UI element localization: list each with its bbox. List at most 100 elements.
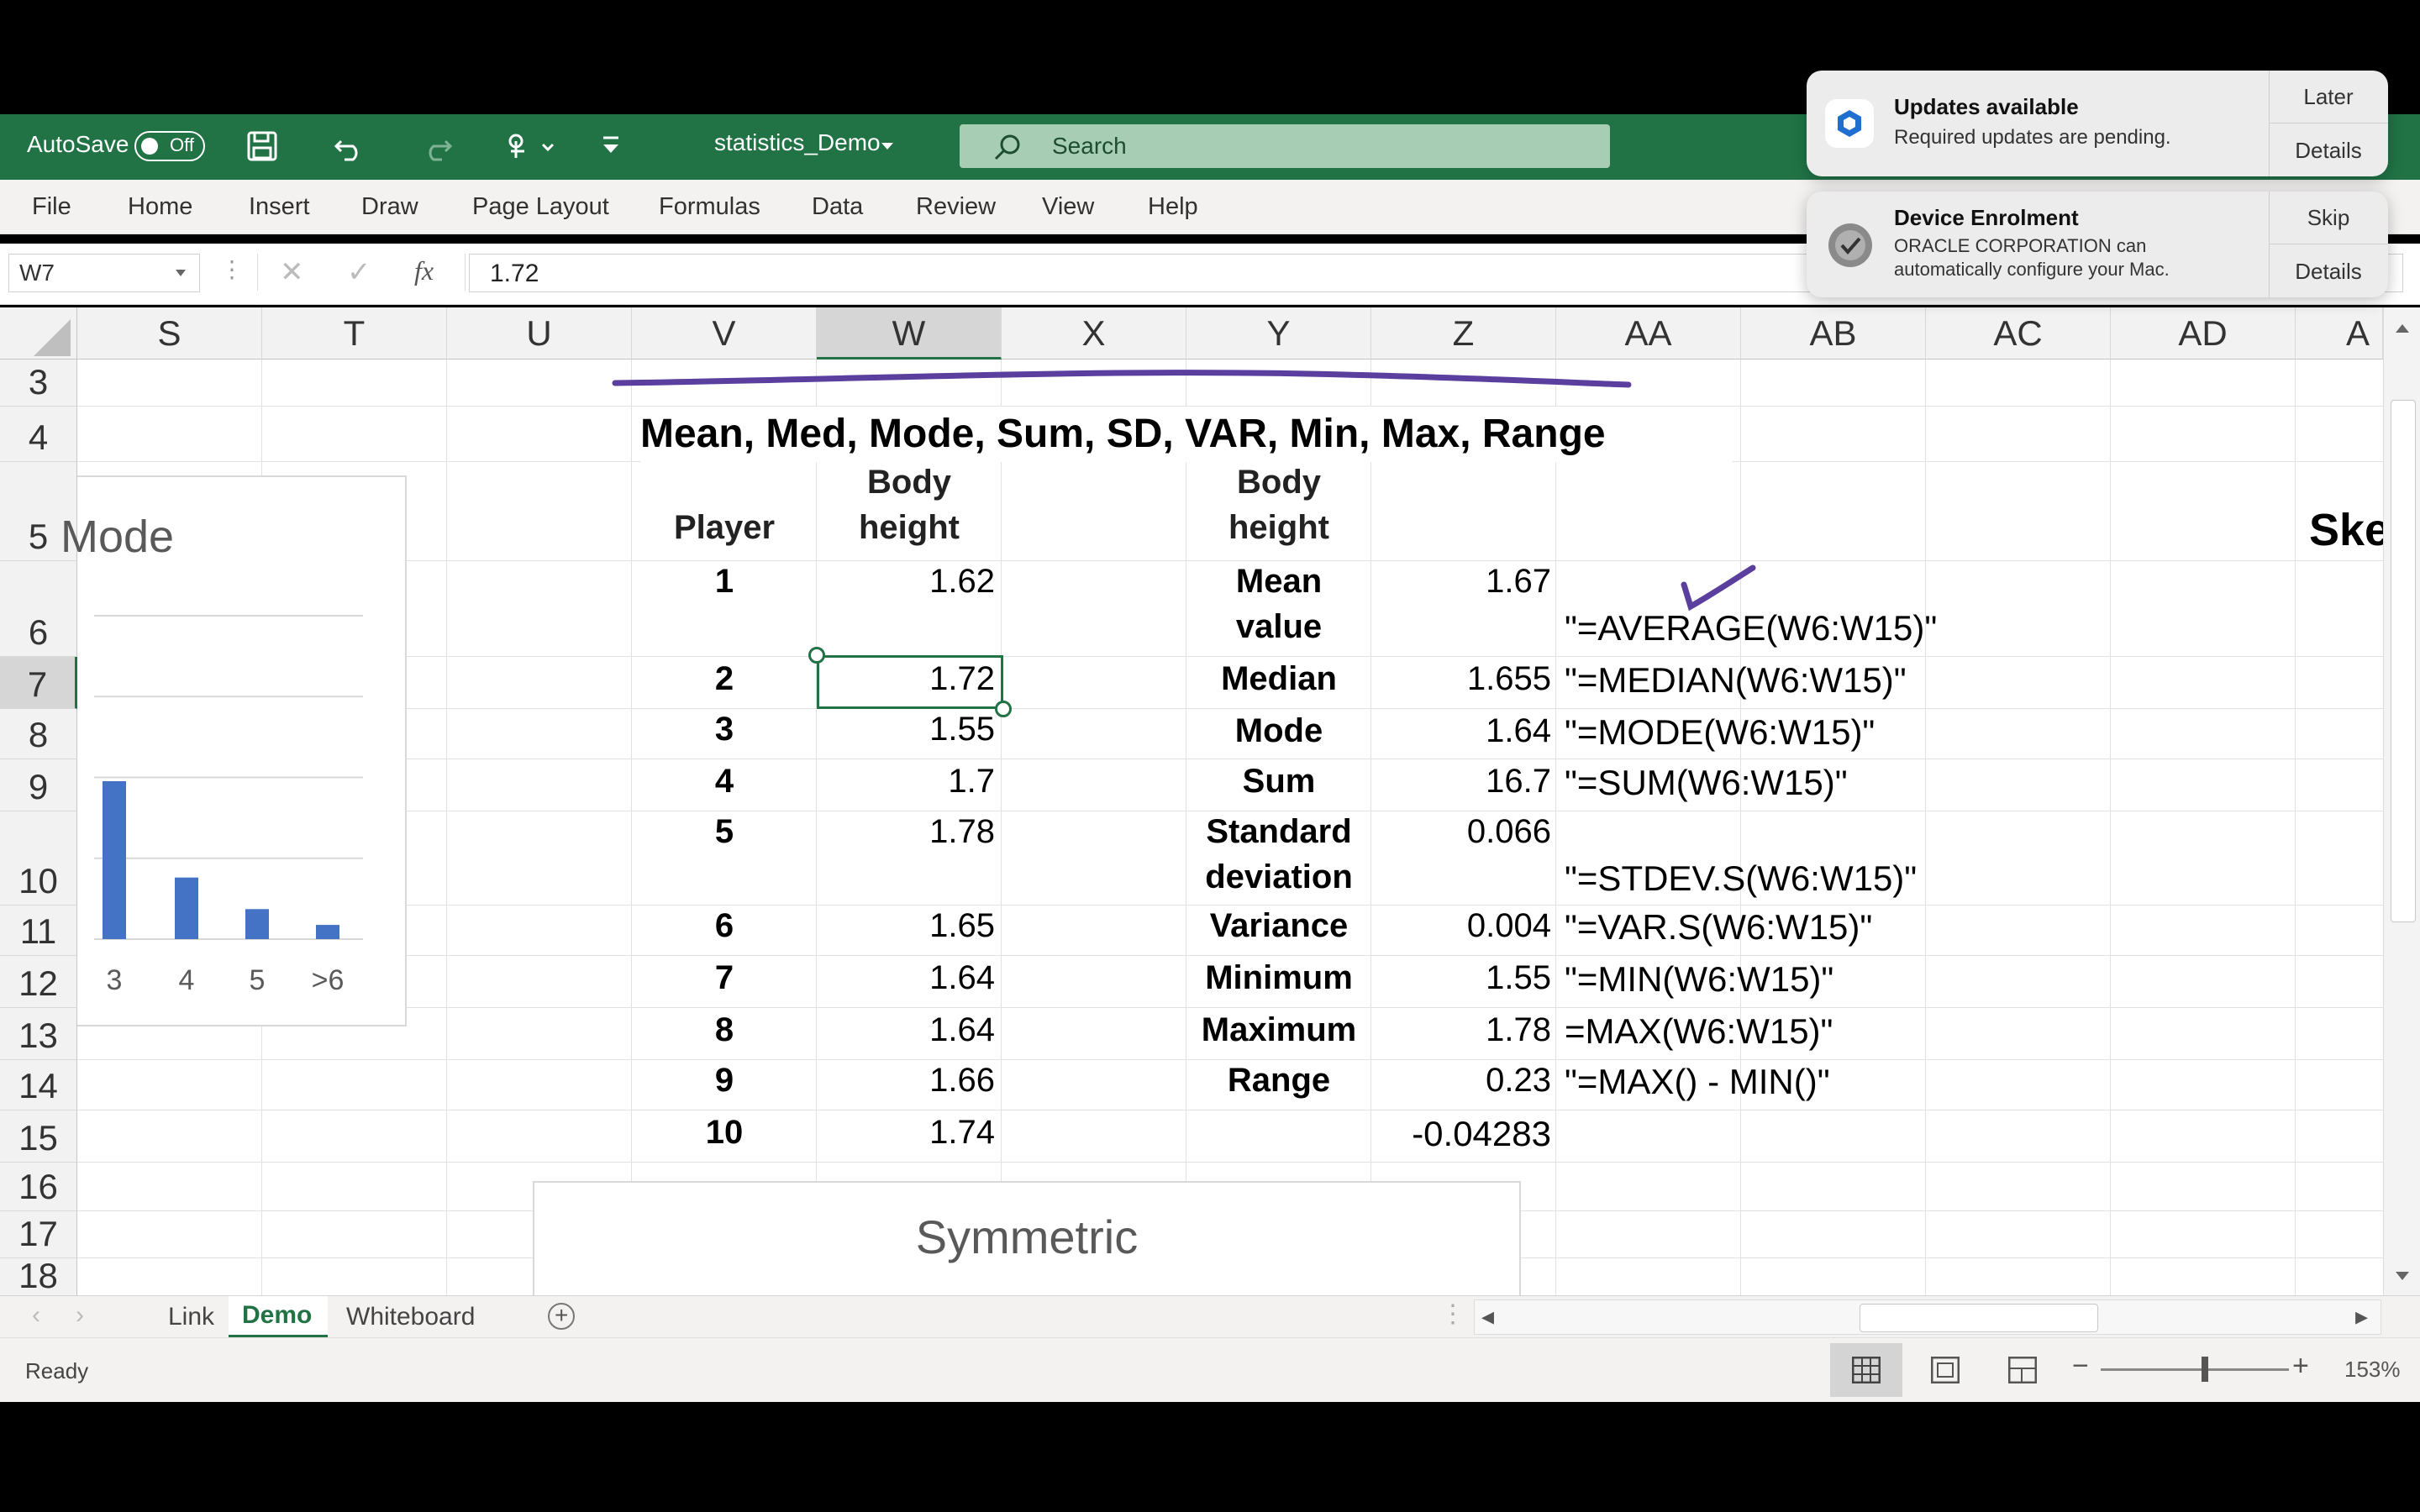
scroll-down-icon[interactable] [2394,1270,2411,1284]
row-header-16[interactable]: 16 [0,1163,77,1211]
menu-page-layout[interactable]: Page Layout [472,180,609,234]
sheet-tab-link[interactable]: Link [168,1303,214,1331]
scroll-up-icon[interactable] [2394,321,2411,334]
more-options-icon[interactable]: ⋮ [220,255,244,283]
column-header-x[interactable]: X [1002,307,1186,360]
vertical-scroll-thumb[interactable] [2391,400,2416,922]
undo-icon[interactable] [333,129,366,163]
notification-updates[interactable]: Updates available Required updates are p… [1807,71,2388,176]
row-header-14[interactable]: 14 [0,1060,77,1110]
stat-label: Mode [1234,712,1323,749]
zoom-out-icon[interactable]: − [2072,1350,2089,1383]
add-sheet-button[interactable]: + [548,1302,575,1330]
menu-review[interactable]: Review [916,180,996,234]
worksheet-grid[interactable]: S T U V W X Y Z AA AB AC AD A 3 4 5 6 7 … [0,307,2383,1295]
vertical-scrollbar[interactable] [2383,307,2420,1295]
file-name[interactable]: statistics_Demo [714,129,881,156]
next-sheet-icon[interactable]: › [76,1301,84,1330]
sheet-tab-demo[interactable]: Demo [229,1296,328,1338]
row-header-10[interactable]: 10 [0,811,77,906]
details-button[interactable]: Details [2270,138,2387,164]
search-box[interactable]: Search [960,124,1610,168]
column-header-y[interactable]: Y [1186,307,1371,360]
row-header-7[interactable]: 7 [0,657,77,709]
name-box[interactable]: W7 [8,254,200,292]
column-header-z[interactable]: Z [1371,307,1556,360]
tab-splitter-icon[interactable]: ⋮ [1440,1299,1465,1329]
scroll-right-icon[interactable]: ▸ [2355,1302,2368,1331]
menu-file[interactable]: File [32,180,71,234]
column-header-s[interactable]: S [77,307,262,360]
customize-toolbar-icon[interactable] [598,131,623,161]
column-header-u[interactable]: U [447,307,632,360]
menu-insert[interactable]: Insert [249,180,310,234]
chart-category-label: 3 [107,964,123,996]
save-icon[interactable] [245,129,279,163]
touch-mode-icon[interactable] [502,129,561,163]
row-header-13[interactable]: 13 [0,1008,77,1060]
menu-home[interactable]: Home [128,180,192,234]
row-header-18[interactable]: 18 [0,1256,77,1295]
select-all-corner[interactable] [0,307,77,360]
menu-data[interactable]: Data [812,180,863,234]
page-break-view-icon[interactable] [2008,1357,2037,1383]
menu-formulas[interactable]: Formulas [659,180,760,234]
zoom-slider-thumb[interactable] [2202,1357,2208,1382]
notification-device-enrolment[interactable]: Device Enrolment ORACLE CORPORATION can … [1807,192,2388,297]
chevron-down-icon[interactable] [879,138,896,155]
column-header-ab[interactable]: AB [1741,307,1926,360]
row-header-9[interactable]: 9 [0,759,77,811]
row-header-4[interactable]: 4 [0,407,77,462]
scroll-left-icon[interactable]: ◂ [1481,1302,1494,1331]
cancel-icon[interactable]: ✕ [280,255,304,289]
row-header-3[interactable]: 3 [0,360,77,407]
row-header-15[interactable]: 15 [0,1110,77,1163]
column-header-ae[interactable]: A [2296,307,2383,360]
notification-body: Required updates are pending. [1894,126,2171,149]
autosave-toggle[interactable]: Off [134,131,205,161]
insert-function-icon[interactable]: fx [414,255,434,286]
column-header-t[interactable]: T [262,307,447,360]
zoom-slider[interactable] [2101,1357,2289,1382]
mode-chart[interactable]: Mode 3 4 5 >6 [60,475,407,1026]
horizontal-scroll-thumb[interactable] [1860,1304,2098,1332]
sheet-tab-whiteboard[interactable]: Whiteboard [346,1303,475,1331]
chart-bar[interactable] [103,781,126,939]
row-header-17[interactable]: 17 [0,1211,77,1258]
details-button[interactable]: Details [2270,259,2387,285]
row-header-6[interactable]: 6 [0,561,77,657]
normal-view-button[interactable] [1830,1343,1902,1397]
selection-handle[interactable] [808,647,825,664]
column-header-aa[interactable]: AA [1556,307,1741,360]
redo-icon[interactable] [420,129,454,163]
menu-draw[interactable]: Draw [361,180,418,234]
page-layout-view-icon[interactable] [1931,1357,1960,1383]
active-cell-selection[interactable] [817,655,1003,709]
stat-formula: =MAX(W6:W15)" [1565,1011,1833,1051]
selection-handle[interactable] [995,701,1012,717]
zoom-in-icon[interactable]: + [2292,1350,2309,1383]
zoom-level[interactable]: 153% [2344,1357,2401,1383]
column-header-w[interactable]: W [817,307,1002,360]
row-header-12[interactable]: 12 [0,956,77,1008]
gridline [1740,360,1741,1295]
stat-label: Variance [1209,907,1349,944]
chart-bar[interactable] [316,925,339,939]
later-button[interactable]: Later [2270,84,2387,110]
column-header-ad[interactable]: AD [2111,307,2296,360]
chart-bar[interactable] [175,877,198,939]
prev-sheet-icon[interactable]: ‹ [32,1301,40,1330]
column-header-v[interactable]: V [632,307,817,360]
stat-label: Minimum [1205,959,1353,996]
enter-icon[interactable]: ✓ [347,255,371,289]
name-box-dropdown-icon[interactable] [174,266,187,280]
horizontal-scrollbar[interactable]: ◂ ▸ [1474,1299,2381,1335]
chart-bar[interactable] [245,909,269,939]
row-header-11[interactable]: 11 [0,906,77,956]
row-header-8[interactable]: 8 [0,709,77,759]
menu-view[interactable]: View [1042,180,1094,234]
menu-help[interactable]: Help [1148,180,1198,234]
column-header-ac[interactable]: AC [1926,307,2111,360]
skip-button[interactable]: Skip [2270,205,2387,231]
symmetric-chart[interactable]: Symmetric [533,1181,1521,1295]
